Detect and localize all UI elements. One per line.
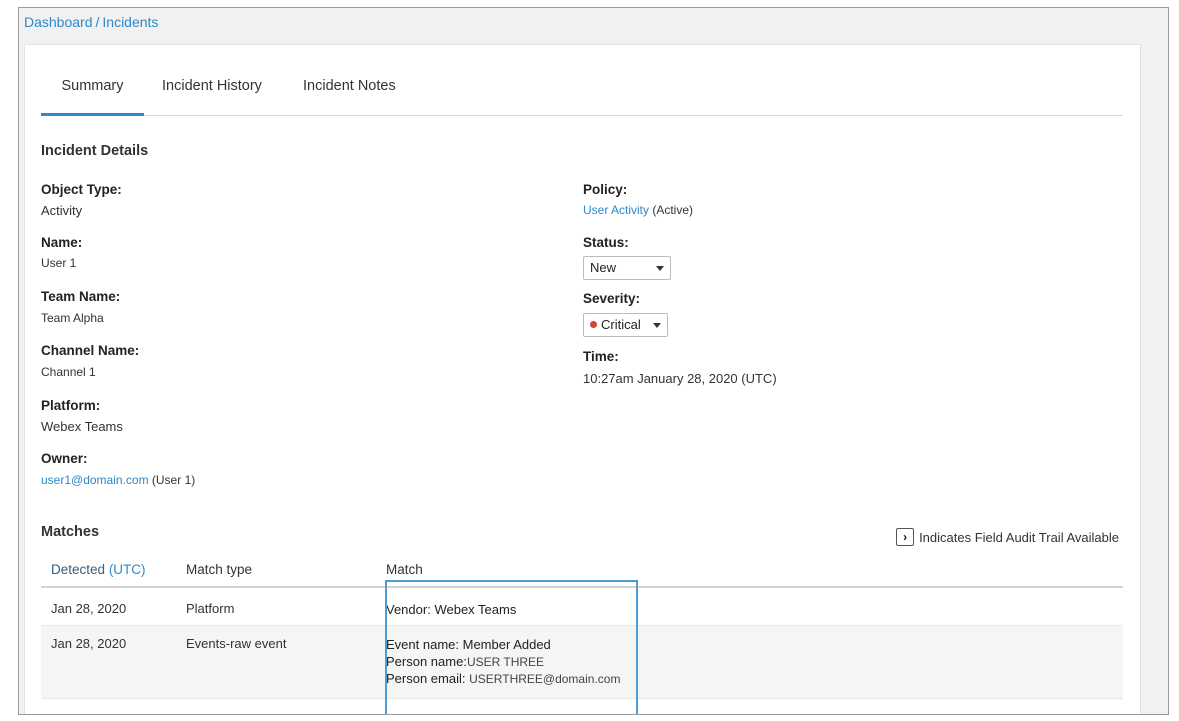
owner-email-link[interactable]: user1@domain.com bbox=[41, 473, 149, 487]
team-name-label: Team Name: bbox=[41, 289, 121, 304]
detected-header-label: Detected bbox=[51, 562, 106, 577]
match-column-header: Match bbox=[386, 562, 423, 577]
row-match-type: Platform bbox=[186, 601, 235, 616]
matches-table-header: Detected (UTC) Match type Match bbox=[41, 551, 1123, 588]
name-value: User 1 bbox=[41, 256, 77, 270]
breadcrumb-incidents-link[interactable]: Incidents bbox=[102, 14, 158, 30]
match-value: USERTHREE@domain.com bbox=[469, 672, 621, 686]
owner-label: Owner: bbox=[41, 451, 88, 466]
breadcrumb-dashboard-link[interactable]: Dashboard bbox=[24, 14, 93, 30]
match-key: Person name: bbox=[386, 654, 467, 669]
policy-suffix: (Active) bbox=[649, 203, 694, 217]
row-match: Event name: Member Added Person name:USE… bbox=[386, 636, 620, 687]
chevron-down-icon bbox=[653, 323, 661, 328]
detected-column-header[interactable]: Detected (UTC) bbox=[51, 562, 146, 577]
tab-incident-notes[interactable]: Incident Notes bbox=[303, 77, 396, 116]
channel-name-label: Channel Name: bbox=[41, 343, 140, 358]
match-value: Webex Teams bbox=[434, 602, 517, 617]
policy-value: User Activity (Active) bbox=[583, 203, 693, 217]
time-value: 10:27am January 28, 2020 (UTC) bbox=[583, 371, 777, 386]
channel-name-value: Channel 1 bbox=[41, 365, 96, 379]
match-key: Vendor: bbox=[386, 602, 431, 617]
table-row: Jan 28, 2020 Platform Vendor: Webex Team… bbox=[41, 588, 1123, 626]
team-name-value: Team Alpha bbox=[41, 311, 104, 325]
chevron-right-icon: › bbox=[896, 528, 915, 546]
name-label: Name: bbox=[41, 235, 83, 250]
owner-suffix: (User 1) bbox=[148, 473, 196, 487]
audit-trail-legend-text: Indicates Field Audit Trail Available bbox=[919, 529, 1119, 545]
detected-header-unit: (UTC) bbox=[108, 562, 146, 577]
policy-label: Policy: bbox=[583, 182, 628, 197]
platform-value: Webex Teams bbox=[41, 419, 123, 434]
match-type-column-header: Match type bbox=[186, 562, 253, 577]
object-type-value: Activity bbox=[41, 203, 83, 218]
row-match-type: Events-raw event bbox=[186, 636, 287, 651]
severity-selected-value: Critical bbox=[601, 317, 641, 332]
matches-title: Matches bbox=[41, 524, 100, 540]
row-match: Vendor: Webex Teams bbox=[386, 601, 516, 618]
match-key: Person email: bbox=[386, 671, 466, 686]
platform-label: Platform: bbox=[41, 398, 101, 413]
owner-value: user1@domain.com (User 1) bbox=[41, 473, 195, 487]
tab-bar: Summary Incident History Incident Notes bbox=[41, 77, 1123, 116]
tab-incident-history[interactable]: Incident History bbox=[162, 77, 262, 116]
match-value: Member Added bbox=[462, 637, 551, 652]
audit-trail-legend: › Indicates Field Audit Trail Available bbox=[896, 528, 1119, 546]
breadcrumb: Dashboard / Incidents bbox=[24, 14, 158, 30]
policy-link[interactable]: User Activity bbox=[583, 203, 649, 217]
severity-select[interactable]: Critical bbox=[583, 313, 668, 337]
breadcrumb-separator: / bbox=[95, 14, 100, 30]
matches-table: Detected (UTC) Match type Match Jan 28, … bbox=[41, 551, 1123, 699]
severity-dot-icon bbox=[590, 321, 597, 329]
object-type-label: Object Type: bbox=[41, 182, 122, 197]
incident-details-title: Incident Details bbox=[41, 143, 149, 159]
incident-card: Summary Incident History Incident Notes … bbox=[24, 44, 1141, 714]
status-selected-value: New bbox=[590, 260, 617, 275]
incident-frame: Dashboard / Incidents Summary Incident His… bbox=[18, 7, 1169, 715]
chevron-down-icon bbox=[656, 266, 664, 271]
time-label: Time: bbox=[583, 349, 619, 364]
match-key: Event name: bbox=[386, 637, 459, 652]
row-detected: Jan 28, 2020 bbox=[51, 601, 127, 616]
severity-label: Severity: bbox=[583, 291, 641, 306]
match-value: USER THREE bbox=[466, 655, 545, 669]
table-row: Jan 28, 2020 Events-raw event Event name… bbox=[41, 626, 1123, 699]
row-detected: Jan 28, 2020 bbox=[51, 636, 127, 651]
status-label: Status: bbox=[583, 235, 629, 250]
tab-summary[interactable]: Summary bbox=[41, 77, 144, 116]
status-select[interactable]: New bbox=[583, 256, 671, 280]
